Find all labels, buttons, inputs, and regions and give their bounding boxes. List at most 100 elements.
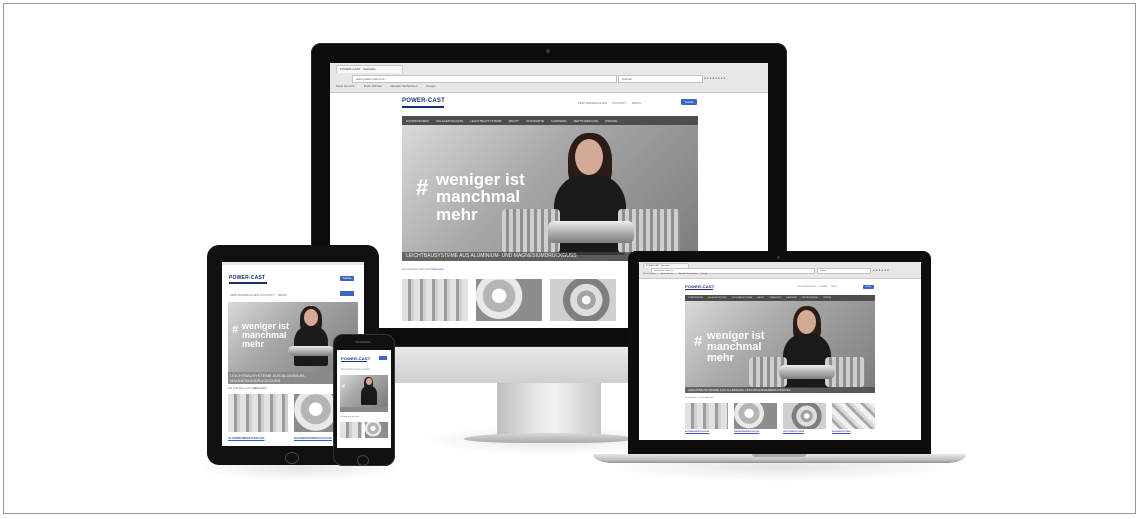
hero-product-center xyxy=(779,365,835,379)
meta-link[interactable]: KONTAKT xyxy=(260,293,274,297)
hero-headline: weniger ist manchmal mehr xyxy=(242,321,290,350)
breadcrumb-link[interactable]: Startseite xyxy=(705,397,713,399)
search-button[interactable]: Suche xyxy=(340,276,354,281)
bookmark-item[interactable]: Aktuelle Nachrichten xyxy=(679,273,697,275)
nav-item[interactable]: ANLAGENTECHNIK xyxy=(436,119,464,123)
site-logo[interactable]: POWER-CAST xyxy=(229,275,265,281)
hero-headline: weniger ist manchmal mehr xyxy=(436,170,525,224)
nav-item[interactable]: KOMPETENZEN xyxy=(688,297,703,299)
bookmark-item[interactable]: Google xyxy=(701,273,707,275)
breadcrumb: Sie befinden sich hier: xyxy=(685,397,705,399)
hero-person-body xyxy=(783,334,831,388)
meta-link[interactable]: KONTAKT xyxy=(819,286,828,288)
product-thumbnail[interactable] xyxy=(734,403,777,429)
phone-screen: POWER-CAST ZERTIFIZIERUNGEN KONTAKT # Si… xyxy=(337,350,391,448)
browser-tab[interactable]: POWER-CAST · Startseite xyxy=(336,65,403,73)
search-button[interactable]: Suche xyxy=(863,285,874,289)
browser-tools-icons[interactable]: ●●●●●● xyxy=(873,268,890,272)
browser-search-input[interactable]: Suchen xyxy=(618,75,703,83)
hero-banner[interactable]: # xyxy=(340,375,388,407)
nav-item[interactable]: PRESSE xyxy=(605,119,617,123)
hero-person-face xyxy=(797,310,816,334)
address-bar[interactable]: www.power-cast.com xyxy=(651,268,815,274)
address-bar[interactable]: www.power-cast.com xyxy=(352,75,617,83)
meta-link[interactable]: KONTAKT xyxy=(612,101,626,105)
nav-item[interactable]: PRESSE xyxy=(823,297,831,299)
hero-hash: # xyxy=(694,333,703,350)
hero-product-center xyxy=(288,346,334,356)
product-thumbnail[interactable] xyxy=(550,279,616,321)
bookmark-item[interactable]: Erste Schritte xyxy=(364,84,382,88)
nav-item[interactable]: STANDORTE xyxy=(526,119,544,123)
product-thumbnail[interactable] xyxy=(476,279,542,321)
hero-person-face xyxy=(304,309,318,326)
bookmark-item[interactable]: Google xyxy=(426,84,436,88)
bookmark-item[interactable]: Meist besucht xyxy=(643,273,655,275)
nav-item[interactable]: ZERTIFIZIERUNG xyxy=(802,297,819,299)
nav-item[interactable]: ANLAGENTECHNIK xyxy=(708,297,726,299)
product-thumbnail[interactable] xyxy=(783,403,826,429)
monitor-foot xyxy=(464,433,634,443)
meta-link[interactable]: KONTAKT xyxy=(361,369,370,371)
meta-link[interactable]: NEWS xyxy=(831,286,837,288)
thumbnail-caption[interactable]: MAGNESIUMDRUCKGUSS xyxy=(734,431,759,433)
logo-underline xyxy=(229,282,267,284)
menu-toggle-icon[interactable] xyxy=(340,291,354,296)
meta-link[interactable]: ZERTIFIZIERUNGEN xyxy=(341,369,360,371)
breadcrumb: Sie befinden sich hier: xyxy=(340,416,360,418)
hero-caption: LEICHTBAUSYSTEME AUS ALUMINIUM- UND MAGN… xyxy=(685,387,875,393)
hero-caption-bar xyxy=(340,407,388,412)
nav-item[interactable]: STANDORTE xyxy=(769,297,781,299)
home-button-icon[interactable] xyxy=(357,455,369,466)
meta-link[interactable]: ZERTIFIZIERUNGEN xyxy=(578,101,607,105)
nav-item[interactable]: KARRIERE xyxy=(786,297,796,299)
logo-underline xyxy=(402,106,444,108)
hero-product-center xyxy=(548,221,634,243)
product-thumbnail[interactable] xyxy=(228,394,288,432)
bookmark-item[interactable]: Erste Schritte xyxy=(661,273,673,275)
hero-banner[interactable]: # weniger ist manchmal mehr LEICHTBAUSYS… xyxy=(402,125,698,261)
hero-person-face xyxy=(366,378,372,385)
product-thumbnail[interactable] xyxy=(402,279,468,321)
nav-item[interactable]: KARRIERE xyxy=(551,119,566,123)
meta-link[interactable]: ZERTIFIZIERUNGEN xyxy=(797,286,816,288)
nav-item[interactable]: KOMPETENZEN xyxy=(406,119,429,123)
nav-item[interactable]: LEICHTBAUSYSTEME xyxy=(732,297,753,299)
bookmark-item[interactable]: Meist besucht xyxy=(336,84,355,88)
thumbnail-caption[interactable]: ALUMINIUMDRUCKGUSS xyxy=(228,436,265,440)
meta-link[interactable]: NEWS xyxy=(632,101,641,105)
thumbnail-caption[interactable]: LEICHTBAUSYSTEME xyxy=(783,431,804,433)
breadcrumb: Sie befinden sich hier: xyxy=(402,267,432,271)
home-button-icon[interactable] xyxy=(285,452,299,464)
product-thumbnail[interactable] xyxy=(340,422,362,438)
meta-link[interactable]: ZERTIFIZIERUNGEN xyxy=(230,293,259,297)
camera-icon xyxy=(777,256,780,259)
hero-headline: weniger ist manchmal mehr xyxy=(707,330,765,365)
nav-item[interactable]: ABOUT xyxy=(509,119,519,123)
menu-toggle-icon[interactable] xyxy=(379,356,387,360)
nav-item[interactable]: ABOUT xyxy=(757,297,764,299)
product-thumbnail[interactable] xyxy=(832,403,875,429)
search-button[interactable]: Suche xyxy=(681,99,697,105)
nav-item[interactable]: ZERTIFIZIERUNG xyxy=(573,119,598,123)
main-nav: KOMPETENZEN ANLAGENTECHNIK LEICHTBAUSYST… xyxy=(402,116,698,125)
thumbnail-caption[interactable]: ANLAGENTECHNIK xyxy=(832,431,851,433)
product-thumbnail[interactable] xyxy=(365,422,388,438)
breadcrumb-link[interactable]: Startseite xyxy=(254,386,267,390)
hero-hash: # xyxy=(232,324,239,336)
meta-link[interactable]: NEWS xyxy=(278,293,287,297)
nav-item[interactable]: LEICHTBAUSYSTEME xyxy=(470,119,501,123)
logo-underline xyxy=(341,361,367,362)
breadcrumb-link[interactable]: Startseite xyxy=(431,267,444,271)
browser-toolbar: POWER-CAST · Startseite www.power-cast.c… xyxy=(330,63,768,93)
site-logo[interactable]: POWER-CAST xyxy=(402,98,445,104)
hero-person-face xyxy=(575,139,603,175)
laptop-opening-notch xyxy=(752,454,806,457)
browser-search-input[interactable]: Suchen xyxy=(817,268,871,274)
thumbnail-caption[interactable]: ALUMINIUMDRUCKGUSS xyxy=(685,431,709,433)
browser-tools-icons[interactable]: ●●●●●●●● xyxy=(704,76,727,80)
hero-banner[interactable]: # weniger ist manchmal mehr LEICHTBAUSYS… xyxy=(685,301,875,393)
thumbnail-caption[interactable]: MAGNESIUMDRUCKGUSS xyxy=(294,436,332,440)
bookmark-item[interactable]: Aktuelle Nachrichten xyxy=(390,84,418,88)
product-thumbnail[interactable] xyxy=(685,403,728,429)
